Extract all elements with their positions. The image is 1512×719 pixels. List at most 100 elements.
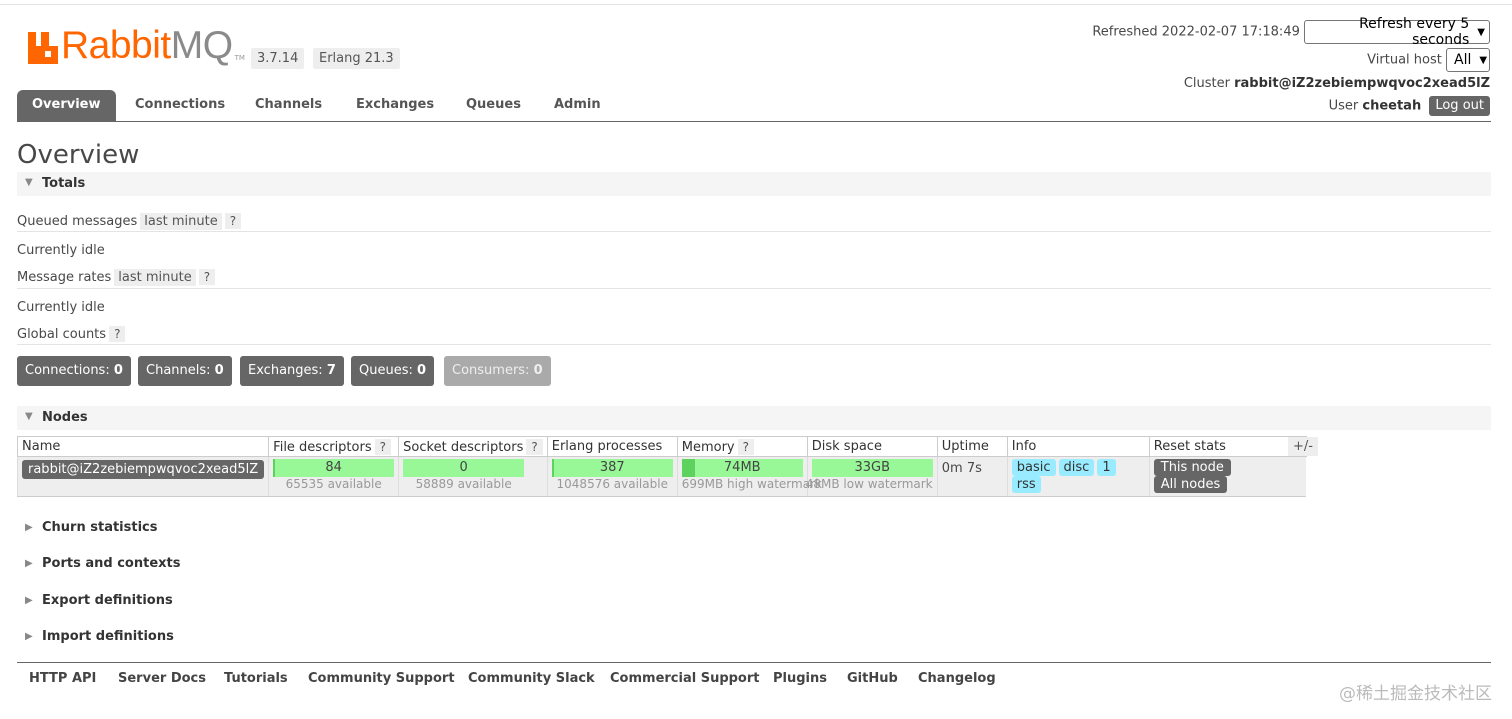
tab-overview[interactable]: Overview: [17, 90, 116, 121]
info-tag-basic: basic: [1011, 459, 1056, 476]
connections-count-button[interactable]: Connections: 0: [17, 356, 131, 386]
vhost-label: Virtual host: [1367, 52, 1442, 68]
footer-link-tutorials[interactable]: Tutorials: [224, 671, 288, 686]
queues-count-button[interactable]: Queues: 0: [351, 356, 435, 386]
logo-text: RabbitMQ: [61, 24, 233, 67]
nodes-table: Name File descriptors? Socket descriptor…: [16, 436, 1307, 497]
refresh-interval-select[interactable]: Refresh every 5 seconds ▼: [1304, 16, 1490, 48]
triangle-down-icon: ▼: [25, 177, 33, 188]
tab-exchanges[interactable]: Exchanges: [356, 90, 434, 121]
footer-link-plugins[interactable]: Plugins: [773, 671, 827, 686]
socket-descriptors-available: 58889 available: [415, 477, 512, 491]
top-divider: [0, 4, 1512, 5]
consumers-count-button[interactable]: Consumers: 0: [444, 356, 551, 386]
global-counts-label: Global counts: [17, 327, 107, 342]
help-button[interactable]: ?: [198, 269, 216, 285]
footer-divider: [17, 662, 1491, 663]
col-name[interactable]: Name: [16, 436, 270, 457]
erlang-processes-available: 1048576 available: [556, 477, 668, 491]
help-button[interactable]: ?: [526, 438, 543, 455]
chevron-down-icon: ▼: [1477, 26, 1485, 38]
col-file-descriptors: File descriptors?: [268, 436, 400, 457]
reset-this-node-button[interactable]: This node: [1153, 459, 1231, 476]
triangle-right-icon: ▶: [25, 522, 33, 533]
info-tag-rss: rss: [1011, 476, 1041, 493]
queued-messages-label: Queued messages: [17, 214, 138, 229]
page-title: Overview: [17, 140, 140, 170]
memory-high-watermark: 699MB high watermark: [681, 477, 822, 491]
refreshed-timestamp: Refreshed 2022-02-07 17:18:49: [1092, 24, 1300, 40]
memory-bar: 74MB: [681, 459, 803, 477]
nodes-section-toggle[interactable]: ▼ Nodes: [17, 406, 1491, 430]
section-title: Export definitions: [42, 593, 173, 608]
col-reset-stats: Reset stats: [1148, 436, 1307, 457]
col-socket-descriptors: Socket descriptors?: [398, 436, 548, 457]
help-button[interactable]: ?: [109, 326, 126, 342]
erlang-version-badge: Erlang 21.3: [313, 48, 400, 69]
global-counts-row: Global counts?: [17, 326, 126, 342]
cluster-info: Cluster rabbit@iZ2zebiempwqvoc2xead5lZ: [1184, 76, 1490, 91]
vhost-select[interactable]: All ▼: [1446, 48, 1490, 72]
tab-admin[interactable]: Admin: [554, 90, 601, 121]
rates-idle-text: Currently idle: [17, 300, 105, 315]
help-button[interactable]: ?: [224, 213, 242, 229]
section-title: Import definitions: [42, 629, 174, 644]
tab-queues[interactable]: Queues: [466, 90, 521, 121]
main-nav-tabs: Overview Connections Channels Exchanges …: [17, 90, 1491, 122]
nodes-table-header: Name File descriptors? Socket descriptor…: [16, 436, 1307, 457]
queued-messages-row: Queued messages last minute?: [17, 213, 242, 230]
divider: [17, 344, 1491, 345]
col-info: Info: [1006, 436, 1150, 457]
vhost-area: Virtual host All ▼: [1367, 48, 1490, 72]
channels-count-button[interactable]: Channels: 0: [138, 356, 232, 386]
section-title: Churn statistics: [42, 520, 158, 535]
col-disk-space: Disk space: [806, 436, 938, 457]
file-descriptors-available: 65535 available: [285, 477, 382, 491]
disk-space-bar: 33GB: [811, 459, 933, 477]
divider: [17, 231, 1491, 232]
version-badge: 3.7.14: [251, 48, 305, 69]
chevron-down-icon: ▼: [1479, 54, 1488, 66]
footer-link-commercial-support[interactable]: Commercial Support: [610, 671, 760, 686]
footer-link-changelog[interactable]: Changelog: [918, 671, 996, 686]
triangle-down-icon: ▼: [25, 411, 33, 422]
queued-idle-text: Currently idle: [17, 243, 105, 258]
tab-connections[interactable]: Connections: [135, 90, 225, 121]
cluster-name: rabbit@iZ2zebiempwqvoc2xead5lZ: [1234, 76, 1490, 91]
col-erlang-processes: Erlang processes: [546, 436, 678, 457]
message-rates-label: Message rates: [17, 270, 112, 285]
file-descriptors-bar: 84: [273, 459, 395, 477]
footer-link-http-api[interactable]: HTTP API: [29, 671, 96, 686]
footer-link-server-docs[interactable]: Server Docs: [118, 671, 206, 686]
nodes-section-title: Nodes: [42, 410, 88, 425]
footer-link-community-slack[interactable]: Community Slack: [468, 671, 595, 686]
footer-link-github[interactable]: GitHub: [847, 671, 898, 686]
reset-all-nodes-button[interactable]: All nodes: [1153, 476, 1228, 493]
rabbitmq-logo[interactable]: RabbitMQ TM: [28, 24, 245, 67]
node-name-link[interactable]: rabbit@iZ2zebiempwqvoc2xead5lZ: [22, 460, 265, 479]
info-tag-count: 1: [1097, 459, 1116, 476]
triangle-right-icon: ▶: [25, 558, 33, 569]
help-button[interactable]: ?: [374, 438, 391, 455]
divider: [17, 288, 1491, 289]
refresh-area: Refreshed 2022-02-07 17:18:49 Refresh ev…: [1092, 16, 1490, 48]
info-tag-disc: disc: [1058, 459, 1095, 476]
rabbitmq-logo-icon: [28, 30, 58, 64]
col-memory: Memory?: [676, 436, 808, 457]
watermark-text: @稀土掘金技术社区: [1339, 684, 1492, 704]
message-rates-row: Message rates last minute?: [17, 269, 216, 286]
cluster-label: Cluster: [1183, 76, 1230, 91]
tab-channels[interactable]: Channels: [255, 90, 322, 121]
socket-descriptors-bar: 0: [403, 459, 525, 477]
queued-range-selector[interactable]: last minute: [140, 213, 222, 230]
rates-range-selector[interactable]: last minute: [114, 269, 196, 286]
footer-link-community-support[interactable]: Community Support: [308, 671, 455, 686]
disk-low-watermark: 48MB low watermark: [805, 477, 933, 491]
triangle-right-icon: ▶: [25, 631, 33, 642]
totals-section-toggle[interactable]: ▼ Totals: [17, 172, 1491, 196]
column-toggle-button[interactable]: +/-: [1288, 437, 1318, 456]
exchanges-count-button[interactable]: Exchanges: 7: [240, 356, 344, 386]
help-button[interactable]: ?: [737, 438, 754, 455]
uptime-value: 0m 7s: [936, 456, 1008, 497]
totals-section-title: Totals: [42, 176, 86, 191]
